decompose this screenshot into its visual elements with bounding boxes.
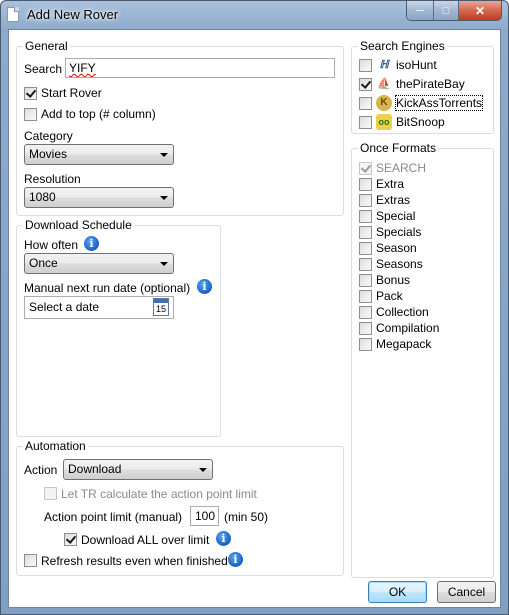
add-to-top-label: Add to top (# column) — [41, 107, 156, 121]
dialog-window: Add New Rover ─ □ ✕ General Search YIFY … — [0, 0, 509, 615]
format-pack-checkbox[interactable] — [359, 290, 372, 303]
manual-date-label: Manual next run date (optional) — [24, 281, 191, 295]
format-pack-label: Pack — [376, 289, 403, 303]
thepiratebay-checkbox[interactable] — [359, 78, 372, 91]
format-specials-label: Specials — [376, 225, 422, 239]
category-label: Category — [24, 129, 73, 143]
format-specials-checkbox[interactable] — [359, 226, 372, 239]
format-collection-checkbox[interactable] — [359, 306, 372, 319]
format-special-label: Special — [376, 209, 416, 223]
isohunt-label: isoHunt — [396, 58, 437, 72]
add-to-top-checkbox[interactable] — [24, 108, 37, 121]
general-group-title: General — [23, 39, 70, 53]
action-limit-input[interactable]: 100 — [190, 506, 219, 526]
refresh-results-checkbox[interactable] — [24, 554, 37, 567]
download-schedule-group: Download Schedule How often i Once Manua… — [16, 218, 221, 437]
date-placeholder: Select a date — [29, 300, 100, 314]
search-label: Search — [24, 62, 63, 76]
close-button[interactable]: ✕ — [458, 1, 501, 20]
format-extras-checkbox[interactable] — [359, 194, 372, 207]
kickass-icon: K — [376, 95, 392, 111]
download-all-checkbox[interactable] — [64, 533, 77, 546]
chevron-down-icon — [160, 153, 168, 157]
calendar-icon[interactable]: 15 — [153, 298, 169, 316]
how-often-label: How often — [24, 238, 79, 252]
info-icon[interactable]: i — [84, 236, 99, 251]
search-input[interactable]: YIFY — [65, 58, 335, 78]
once-formats-group: Once Formats SEARCH Extra Extras Special… — [351, 141, 494, 578]
resolution-value: 1080 — [29, 190, 56, 204]
info-icon[interactable]: i — [216, 531, 231, 546]
isohunt-icon: ℍ — [379, 59, 389, 71]
title-bar[interactable]: Add New Rover ─ □ ✕ — [1, 1, 508, 29]
format-search-checkbox[interactable] — [359, 162, 372, 175]
chevron-down-icon — [160, 262, 168, 266]
cancel-button[interactable]: Cancel — [437, 581, 496, 603]
maximize-button[interactable]: □ — [433, 1, 458, 20]
automation-group: Automation Action Download Let TR calcul… — [16, 439, 344, 576]
format-extra-label: Extra — [376, 177, 405, 191]
bitsnoop-icon: oo — [376, 114, 392, 130]
window-title: Add New Rover — [27, 7, 119, 22]
document-icon — [7, 7, 19, 22]
start-rover-checkbox[interactable] — [24, 87, 37, 100]
date-picker[interactable]: Select a date 15 — [24, 296, 174, 319]
action-limit-min: (min 50) — [224, 510, 269, 524]
format-megapack-label: Megapack — [376, 337, 432, 351]
chevron-down-icon — [199, 468, 207, 472]
format-bonus-checkbox[interactable] — [359, 274, 372, 287]
kickass-label: KickAssTorrents — [394, 95, 484, 111]
format-extras-label: Extras — [376, 193, 411, 207]
action-limit-label: Action point limit (manual) — [44, 510, 183, 524]
format-season-label: Season — [376, 241, 417, 255]
format-bonus-label: Bonus — [376, 273, 411, 287]
category-value: Movies — [29, 147, 68, 161]
bitsnoop-checkbox[interactable] — [359, 116, 372, 129]
how-often-value: Once — [29, 256, 58, 270]
info-icon[interactable]: i — [228, 552, 243, 567]
caption-buttons: ─ □ ✕ — [406, 1, 502, 21]
chevron-down-icon — [160, 196, 168, 200]
bitsnoop-label: BitSnoop — [396, 115, 445, 129]
dialog-client: General Search YIFY Start Rover Add to t… — [8, 29, 501, 608]
search-engines-title: Search Engines — [358, 39, 447, 53]
format-compilation-label: Compilation — [376, 321, 440, 335]
let-tr-calculate-checkbox[interactable] — [44, 487, 57, 500]
let-tr-calculate-label: Let TR calculate the action point limit — [61, 487, 257, 501]
download-all-label: Download ALL over limit — [81, 533, 210, 547]
format-extra-checkbox[interactable] — [359, 178, 372, 191]
search-engines-group: Search Engines ℍ isoHunt ⛵ thePirateBay … — [351, 39, 494, 134]
minimize-button[interactable]: ─ — [407, 1, 433, 20]
refresh-results-label: Refresh results even when finished — [41, 554, 228, 568]
general-group: General Search YIFY Start Rover Add to t… — [16, 39, 344, 216]
how-often-select[interactable]: Once — [24, 253, 174, 274]
action-label: Action — [24, 463, 58, 477]
once-formats-title: Once Formats — [358, 141, 439, 155]
format-megapack-checkbox[interactable] — [359, 338, 372, 351]
search-value: YIFY — [69, 61, 96, 75]
kickass-checkbox[interactable] — [359, 97, 372, 110]
pirate-ship-icon: ⛵ — [377, 78, 391, 90]
format-compilation-checkbox[interactable] — [359, 322, 372, 335]
format-collection-label: Collection — [376, 305, 429, 319]
format-seasons-label: Seasons — [376, 257, 423, 271]
info-icon[interactable]: i — [197, 279, 212, 294]
isohunt-checkbox[interactable] — [359, 59, 372, 72]
format-special-checkbox[interactable] — [359, 210, 372, 223]
thepiratebay-label: thePirateBay — [396, 77, 465, 91]
automation-group-title: Automation — [23, 439, 88, 453]
resolution-select[interactable]: 1080 — [24, 187, 174, 208]
category-select[interactable]: Movies — [24, 144, 174, 165]
format-season-checkbox[interactable] — [359, 242, 372, 255]
format-search-label: SEARCH — [376, 161, 427, 175]
resolution-label: Resolution — [24, 172, 81, 186]
format-seasons-checkbox[interactable] — [359, 258, 372, 271]
action-value: Download — [68, 462, 122, 476]
ok-button[interactable]: OK — [368, 581, 427, 603]
schedule-group-title: Download Schedule — [23, 218, 134, 232]
start-rover-label: Start Rover — [41, 86, 102, 100]
action-select[interactable]: Download — [63, 459, 213, 480]
